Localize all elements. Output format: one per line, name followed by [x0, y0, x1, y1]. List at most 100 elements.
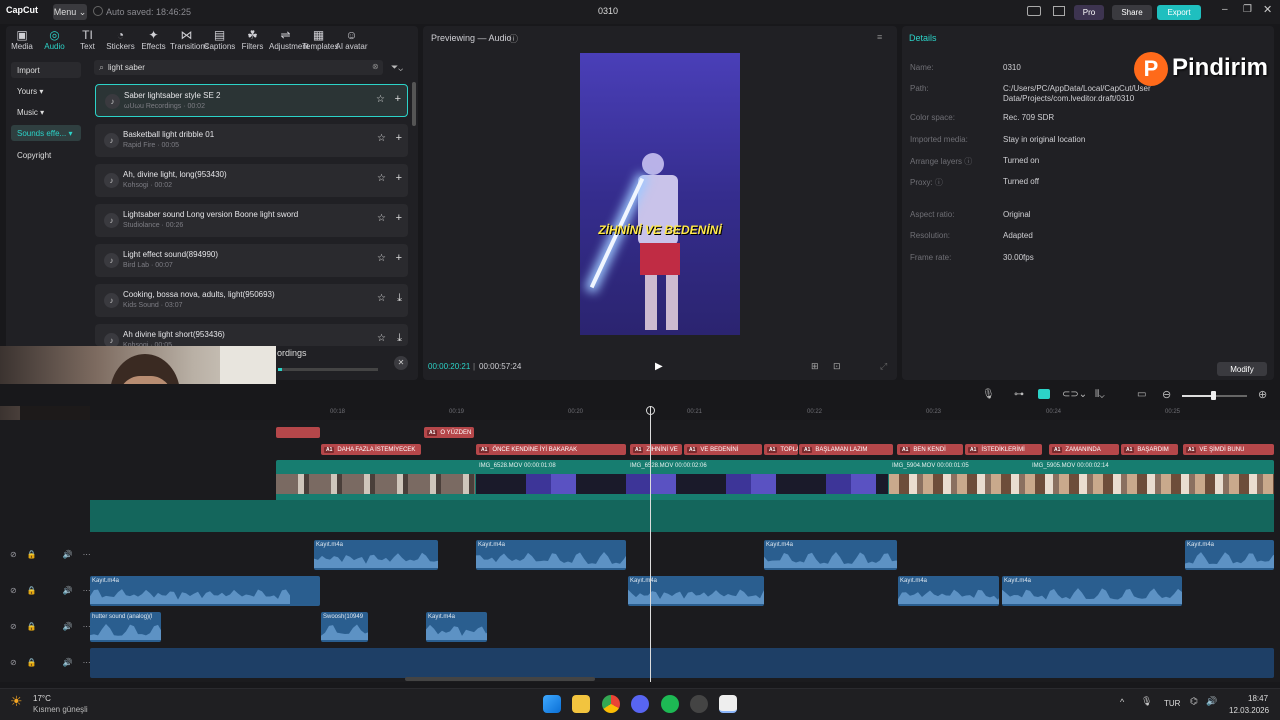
audio-clip[interactable]: Swoosh(10949 [321, 612, 368, 642]
sound-item[interactable]: ♪ Saber lightsaber style SE 2 ωUωu Recordi… [95, 84, 408, 117]
tab-media[interactable]: ▣ Media [6, 28, 38, 51]
sidebar-item-yours[interactable]: Yours ▾ [11, 83, 81, 99]
audio-clip[interactable]: Kayıt.m4a [764, 540, 897, 570]
audio-clip[interactable]: Kayıt.m4a [1185, 540, 1274, 570]
tray-mic-icon[interactable]: 🎙 [1141, 696, 1152, 707]
sound-item[interactable]: ♪ Light effect sound(894990) Bird Lab · 00… [95, 244, 408, 277]
volume-icon[interactable]: 🔊 [63, 550, 73, 559]
tab-captions[interactable]: ▤ Captions [203, 28, 236, 51]
audio-clip[interactable]: Kayıt.m4a [1002, 576, 1182, 606]
player-menu-icon[interactable]: ≡ [877, 32, 882, 42]
lock-icon[interactable]: 🔒 [27, 550, 37, 559]
language-indicator[interactable]: TUR [1164, 699, 1180, 708]
tab-transitions[interactable]: ⋈ Transitions [170, 28, 209, 51]
tab-text[interactable]: TI Text [71, 28, 104, 51]
sound-item[interactable]: ♪ Cooking, bossa nova, adults, light(9506… [95, 284, 408, 317]
lock-icon[interactable]: ⊘ [10, 622, 17, 631]
clear-search-icon[interactable]: ⊗ [372, 62, 379, 71]
playhead[interactable] [650, 406, 651, 682]
preview-axis-icon[interactable]: ⫴⌄ [1095, 389, 1105, 400]
add-sound-icon[interactable]: ⤓ [397, 332, 402, 345]
caption-clip[interactable]: A1 TOPLA [764, 444, 798, 455]
favorite-star-icon[interactable]: ☆ [377, 293, 386, 304]
caption-clip[interactable]: A1 ZAMANINDA [1049, 444, 1119, 455]
lock-icon[interactable]: ⊘ [10, 658, 17, 667]
more-icon[interactable]: ⋯ [83, 658, 91, 667]
audio-clip[interactable]: Kayıt.m4a [90, 576, 320, 606]
sidebar-item-music[interactable]: Music ▾ [11, 104, 81, 120]
tab-ai-avatar[interactable]: ☺ AI avatar [335, 28, 368, 51]
lock-icon[interactable]: 🔒 [27, 586, 37, 595]
favorite-star-icon[interactable]: ☆ [377, 173, 386, 184]
spotify-icon[interactable] [661, 695, 679, 713]
volume-icon[interactable]: 🔊 [63, 586, 73, 595]
menu-button[interactable]: Menu ⌄ [53, 4, 87, 20]
caption-clip[interactable] [276, 427, 320, 438]
zoom-in-icon[interactable]: ⊕ [1258, 388, 1267, 401]
audio-clip[interactable]: Kayıt.m4a [628, 576, 764, 606]
tray-chevron-icon[interactable]: ^ [1120, 697, 1124, 707]
caption-clip[interactable]: A1 VE BEDENİNİ [684, 444, 762, 455]
caption-clip[interactable]: A1 BEN KENDİ [897, 444, 963, 455]
close-icon[interactable]: ✕ [1263, 3, 1272, 16]
timeline-ruler[interactable] [90, 406, 1280, 420]
zoom-out-icon[interactable]: ⊖ [1162, 388, 1171, 401]
more-icon[interactable]: ⋯ [83, 550, 91, 559]
sound-item[interactable]: ♪ Ah, divine light, long(953430) Kohsogi ·… [95, 164, 408, 197]
snap-icon[interactable]: ⊂⊃⌄ [1062, 389, 1087, 400]
add-sound-icon[interactable]: + [396, 172, 402, 184]
expand-icon[interactable]: ⤢ [880, 361, 887, 372]
popup-close-icon[interactable]: ✕ [394, 356, 408, 370]
volume-icon[interactable]: 🔊 [63, 622, 73, 631]
lock-icon[interactable]: 🔒 [27, 622, 37, 631]
lock-icon[interactable]: 🔒 [27, 658, 37, 667]
add-sound-icon[interactable]: + [396, 212, 402, 224]
tab-templates[interactable]: ▦ Templates [302, 28, 338, 51]
minimize-icon[interactable]: – [1222, 4, 1228, 15]
app-icon[interactable] [690, 695, 708, 713]
modify-button[interactable]: Modify [1217, 362, 1267, 376]
tab-filters[interactable]: ☘ Filters [236, 28, 269, 51]
favorite-star-icon[interactable]: ☆ [377, 133, 386, 144]
list-scrollbar[interactable] [412, 82, 416, 126]
audio-clip[interactable]: Kayıt.m4a [898, 576, 999, 606]
lock-icon[interactable]: ⊘ [10, 586, 17, 595]
caption-clip[interactable]: A1 BAŞLAMAN LAZIM [799, 444, 893, 455]
link-icon[interactable]: ⊶ [1014, 389, 1024, 400]
pro-button[interactable]: Pro [1074, 5, 1104, 20]
add-sound-icon[interactable]: ⤓ [397, 292, 402, 305]
crop-icon[interactable]: ⊡ [833, 361, 841, 372]
chrome-icon[interactable] [602, 695, 620, 713]
sidebar-item-sound-effects[interactable]: Sounds effe... ▾ [11, 125, 81, 141]
screen-icon[interactable]: ▭ [1137, 389, 1146, 400]
clock-date[interactable]: 12.03.2026 [1229, 706, 1269, 715]
start-icon[interactable] [543, 695, 561, 713]
caption-clip[interactable]: A1 DAHA FAZLA İSTEMİYECEK [321, 444, 421, 455]
fullscreen-quality-icon[interactable]: ⊞ [811, 361, 819, 372]
capcut-taskbar-icon[interactable] [719, 695, 737, 713]
zoom-handle[interactable] [1211, 391, 1216, 400]
shortcuts-icon[interactable] [1053, 6, 1065, 16]
tab-audio[interactable]: ◎ Audio [38, 28, 71, 51]
share-button[interactable]: Share [1112, 5, 1152, 20]
clock-time[interactable]: 18:47 [1248, 694, 1268, 703]
discord-icon[interactable] [631, 695, 649, 713]
audio-clip[interactable] [90, 648, 1274, 678]
sound-item[interactable]: ♪ Basketball light dribble 01 Rapid Fire ·… [95, 124, 408, 157]
lock-icon[interactable]: ⊘ [10, 550, 17, 559]
video-preview[interactable]: ZİHNİNİ VE BEDENİNİ [580, 53, 740, 335]
sound-item[interactable]: ♪ Ah divine light short(953436) Kohsogi · … [95, 324, 408, 346]
more-icon[interactable]: ⋯ [83, 622, 91, 631]
audio-clip[interactable]: Kayıt.m4a [476, 540, 626, 570]
favorite-star-icon[interactable]: ☆ [377, 213, 386, 224]
mic-icon[interactable]: 🎙 [982, 389, 995, 400]
play-icon[interactable]: ▶ [655, 361, 663, 372]
more-icon[interactable]: ⋯ [83, 586, 91, 595]
audio-clip[interactable]: Kayıt.m4a [426, 612, 487, 642]
tab-stickers[interactable]: ◔ Stickers [104, 28, 137, 51]
caption-clip[interactable]: A1 BAŞARDIM [1121, 444, 1178, 455]
audio-clip[interactable]: hutter sound (analog)(l [90, 612, 161, 642]
network-icon[interactable]: ⌬ [1190, 696, 1198, 707]
maximize-icon[interactable]: ❐ [1243, 4, 1252, 15]
volume-icon[interactable]: 🔊 [63, 658, 73, 667]
